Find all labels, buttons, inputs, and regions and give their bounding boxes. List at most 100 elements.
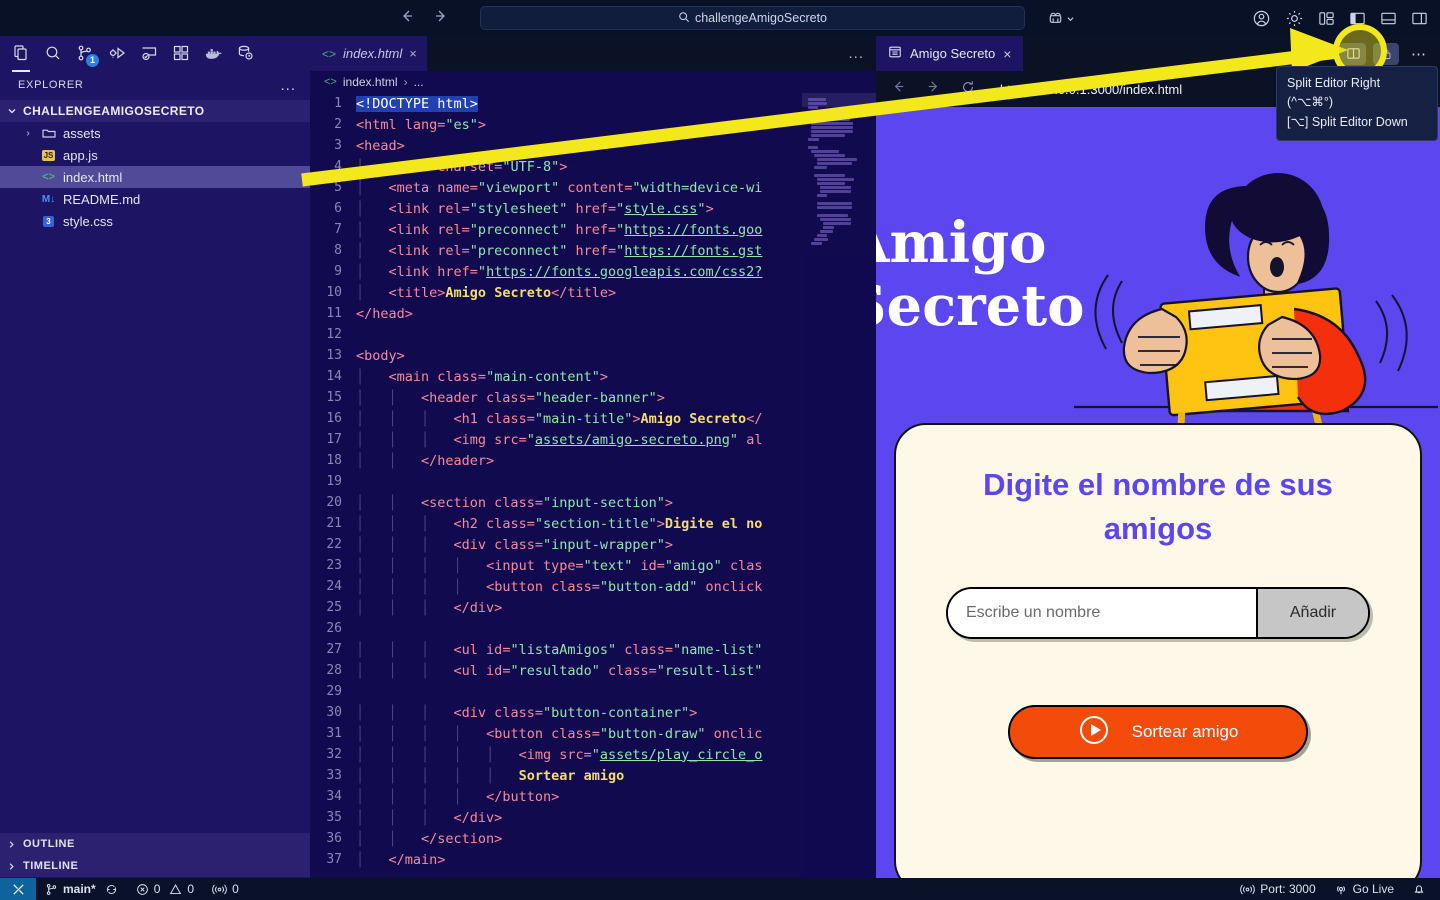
status-branch[interactable]: main* (36, 878, 127, 900)
code-line[interactable]: 4 │ <meta charset="UTF-8"> (310, 156, 876, 177)
forward-arrow-icon[interactable] (925, 78, 942, 100)
name-input[interactable] (948, 589, 1256, 638)
status-port-3000[interactable]: Port: 3000 (1231, 878, 1324, 900)
code-line[interactable]: 37 │ </main> (310, 849, 876, 870)
code-line[interactable]: 12 (310, 324, 876, 345)
tree-item-index-html[interactable]: <> index.html (0, 166, 310, 188)
code-line[interactable]: 30 │ │ │ <div class="button-container"> (310, 702, 876, 723)
remote-indicator-icon[interactable] (0, 878, 36, 900)
name-input-wrapper: Añadir (946, 587, 1370, 640)
sidebar-item-run-and-debug[interactable] (102, 38, 132, 68)
status-ports[interactable]: 0 (203, 878, 248, 900)
code-editor[interactable]: 1 <!DOCTYPE html> 2 <html lang="es"> 3 <head>… (310, 93, 876, 880)
code-line[interactable]: 17 │ │ │ <img src="assets/amigo-secreto.p… (310, 429, 876, 450)
command-center-search[interactable]: challengeAmigoSecreto (480, 6, 1025, 30)
code-text: │ │ │ <div class="button-container"> (356, 704, 698, 721)
code-text: │ <meta name="viewport" content="width=d… (356, 179, 763, 196)
close-icon[interactable]: × (1003, 46, 1011, 62)
minimap-line (814, 238, 828, 241)
line-number: 32 (326, 747, 342, 762)
account-icon[interactable] (1252, 9, 1271, 28)
code-line[interactable]: 29 (310, 681, 876, 702)
back-arrow-icon[interactable] (398, 7, 416, 30)
status-go-live[interactable]: Go Live (1325, 878, 1403, 900)
sidebar-item-search[interactable] (38, 38, 68, 68)
tree-item-assets[interactable]: › assets (0, 122, 310, 144)
code-line[interactable]: 21 │ │ │ <h2 class="section-title">Digite… (310, 513, 876, 534)
gear-icon[interactable] (1285, 9, 1304, 28)
breadcrumb-file[interactable]: index.html (343, 75, 398, 89)
section-timeline[interactable]: TIMELINE (0, 855, 310, 877)
remote-explorer-icon[interactable] (1047, 10, 1075, 27)
code-line[interactable]: 1 <!DOCTYPE html> (310, 93, 876, 114)
toggle-secondary-sidebar-icon[interactable] (1411, 10, 1428, 27)
sidebar-item-docker[interactable] (198, 38, 228, 68)
code-line[interactable]: 35 │ │ │ </div> (310, 807, 876, 828)
status-problems[interactable]: 0 0 (127, 878, 203, 900)
code-line[interactable]: 33 │ │ │ │ │ Sortear amigo (310, 765, 876, 786)
add-name-button[interactable]: Añadir (1256, 589, 1368, 638)
minimap-line (820, 190, 852, 193)
code-text: <head> (356, 137, 405, 154)
reload-icon[interactable] (960, 79, 976, 100)
editor-more-actions[interactable]: ... (848, 45, 864, 62)
code-line[interactable]: 31 │ │ │ │ <button class="button-draw" on… (310, 723, 876, 744)
explorer-root-folder[interactable]: CHALLENGEAMIGOSECRETO (0, 100, 310, 122)
code-line[interactable]: 34 │ │ │ │ </button> (310, 786, 876, 807)
tab-index-html[interactable]: <> index.html × (310, 36, 427, 71)
code-line[interactable]: 26 (310, 618, 876, 639)
split-editor-icon[interactable] (1340, 42, 1366, 65)
toggle-panel-icon[interactable] (1380, 10, 1397, 27)
url-bar[interactable]: http://127.0.0.1:3000/index.html (1000, 82, 1182, 97)
forward-arrow-icon[interactable] (432, 7, 450, 30)
status-notifications[interactable] (1403, 878, 1440, 900)
section-outline[interactable]: OUTLINE (0, 833, 310, 855)
tree-item-app-js[interactable]: JS app.js (0, 144, 310, 166)
code-line[interactable]: 28 │ │ │ <ul id="resultado" class="result… (310, 660, 876, 681)
code-line[interactable]: 24 │ │ │ │ <button class="button-add" onc… (310, 576, 876, 597)
code-line[interactable]: 25 │ │ │ </div> (310, 597, 876, 618)
sidebar-item-source-control[interactable]: 1 (70, 38, 100, 68)
code-line[interactable]: 23 │ │ │ │ <input type="text" id="amigo" … (310, 555, 876, 576)
code-line[interactable]: 19 (310, 471, 876, 492)
close-icon[interactable]: × (409, 46, 417, 61)
code-line[interactable]: 9 │ <link href="https://fonts.googleapis.… (310, 261, 876, 282)
code-line[interactable]: 32 │ │ │ │ │ <img src="assets/play_circle… (310, 744, 876, 765)
code-line[interactable]: 15 │ │ <header class="header-banner"> (310, 387, 876, 408)
tree-item-readme-md[interactable]: M↓ README.md (0, 188, 310, 210)
customize-layout-icon[interactable] (1318, 10, 1335, 27)
toggle-primary-sidebar-icon[interactable] (1349, 10, 1366, 27)
draw-friend-button[interactable]: Sortear amigo (1008, 705, 1308, 759)
sidebar-item-extensions[interactable] (166, 38, 196, 68)
code-line[interactable]: 18 │ │ </header> (310, 450, 876, 471)
code-line[interactable]: 14 │ <main class="main-content"> (310, 366, 876, 387)
more-actions-icon[interactable]: ⋯ (1406, 43, 1432, 65)
code-line[interactable]: 27 │ │ │ <ul id="listaAmigos" class="name… (310, 639, 876, 660)
code-line[interactable]: 6 │ <link rel="stylesheet" href="style.cs… (310, 198, 876, 219)
back-arrow-icon[interactable] (890, 78, 907, 100)
code-line[interactable]: 22 │ │ │ <div class="input-wrapper"> (310, 534, 876, 555)
breadcrumb-symbol[interactable]: ... (414, 75, 424, 89)
tree-item-style-css[interactable]: 3 style.css (0, 210, 310, 232)
tab-amigo-secreto[interactable]: Amigo Secreto × (876, 36, 1024, 71)
code-line[interactable]: 5 │ <meta name="viewport" content="width=… (310, 177, 876, 198)
lock-icon[interactable] (1373, 42, 1399, 65)
code-line[interactable]: 2 <html lang="es"> (310, 114, 876, 135)
code-line[interactable]: 3 <head> (310, 135, 876, 156)
code-line[interactable]: 11 </head> (310, 303, 876, 324)
titlebar-navigation (398, 7, 450, 30)
minimap[interactable] (802, 93, 876, 880)
ports-icon (212, 884, 227, 894)
chevron-right-icon: › (26, 127, 30, 139)
code-line[interactable]: 13 <body> (310, 345, 876, 366)
sidebar-item-database[interactable] (230, 38, 260, 68)
sidebar-item-remote-window[interactable] (134, 38, 164, 68)
code-line[interactable]: 16 │ │ │ <h1 class="main-title">Amigo Sec… (310, 408, 876, 429)
sidebar-item-explorer[interactable] (6, 38, 36, 72)
code-line[interactable]: 10 │ <title>Amigo Secreto</title> (310, 282, 876, 303)
explorer-more-actions[interactable]: ... (280, 77, 296, 94)
code-line[interactable]: 8 │ <link rel="preconnect" href="https://… (310, 240, 876, 261)
code-line[interactable]: 36 │ │ </section> (310, 828, 876, 849)
code-line[interactable]: 20 │ │ <section class="input-section"> (310, 492, 876, 513)
code-line[interactable]: 7 │ <link rel="preconnect" href="https://… (310, 219, 876, 240)
